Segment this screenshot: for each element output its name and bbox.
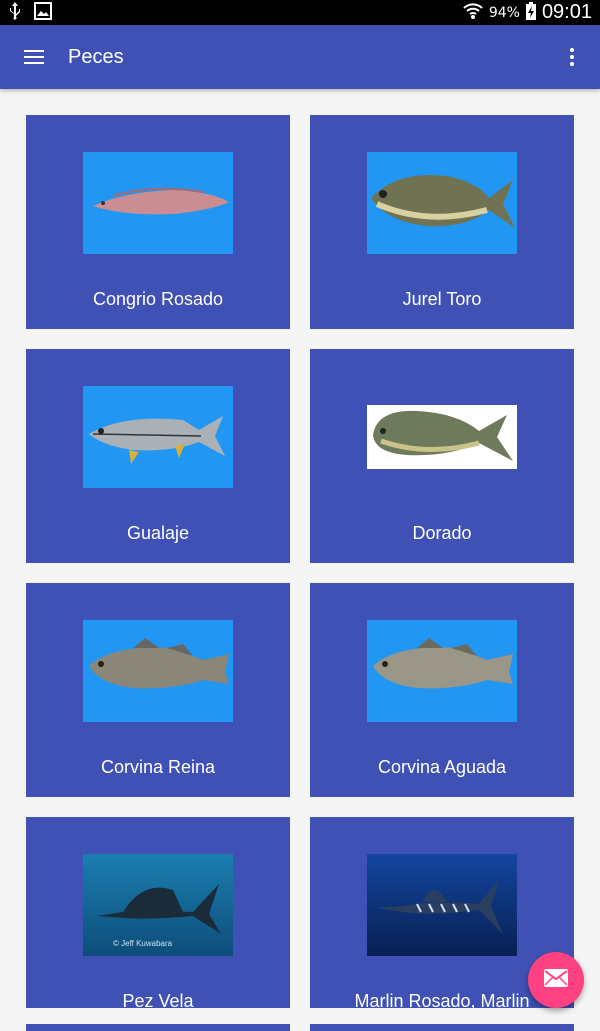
fish-card-corvina-reina[interactable]: Corvina Reina bbox=[26, 583, 290, 797]
fish-card-jurel-toro[interactable]: Jurel Toro bbox=[310, 115, 574, 329]
usb-icon bbox=[8, 1, 22, 24]
jurel-fish-icon bbox=[371, 174, 515, 228]
fish-name: Dorado bbox=[412, 523, 472, 543]
fish-name: Gualaje bbox=[126, 523, 190, 543]
hamburger-menu-icon[interactable] bbox=[24, 45, 48, 69]
fish-thumbnail bbox=[367, 152, 517, 254]
fish-thumbnail bbox=[367, 854, 517, 956]
dorado-fish-icon bbox=[373, 410, 513, 461]
fish-name: Jurel Toro bbox=[402, 289, 482, 309]
fish-thumbnail: © Jeff Kuwabara bbox=[83, 854, 233, 956]
mail-fab-button[interactable] bbox=[528, 952, 584, 1008]
pez-vela-fish-icon: © Jeff Kuwabara bbox=[97, 884, 221, 948]
status-bar: 94% 09:01 bbox=[0, 0, 600, 25]
fish-name: Corvina Reina bbox=[100, 757, 216, 777]
bottom-edge bbox=[0, 1008, 600, 1024]
mail-icon bbox=[543, 968, 569, 992]
fish-card-gualaje[interactable]: Gualaje bbox=[26, 349, 290, 563]
wifi-icon bbox=[463, 2, 483, 24]
corvina-reina-fish-icon bbox=[89, 638, 229, 689]
fish-name: Corvina Aguada bbox=[377, 757, 507, 777]
gualaje-fish-icon bbox=[89, 416, 225, 464]
app-bar: Peces bbox=[0, 25, 600, 89]
image-icon bbox=[34, 1, 52, 24]
fish-thumbnail bbox=[83, 620, 233, 722]
battery-charging-icon bbox=[525, 1, 536, 24]
fish-card-congrio-rosado[interactable]: Congrio Rosado bbox=[26, 115, 290, 329]
corvina-aguada-fish-icon bbox=[373, 638, 513, 689]
congrio-fish-icon bbox=[93, 187, 229, 215]
fish-grid: Congrio Rosado Jurel Toro Gualaje Dorado… bbox=[26, 115, 574, 1031]
fish-thumbnail bbox=[83, 152, 233, 254]
battery-percent: 94% bbox=[488, 4, 520, 21]
fish-card-pez-vela[interactable]: © Jeff Kuwabara Pez Vela bbox=[26, 817, 290, 1031]
fish-name: Congrio Rosado bbox=[92, 289, 224, 309]
fish-thumbnail bbox=[367, 620, 517, 722]
fish-thumbnail bbox=[367, 405, 517, 469]
photo-credit: © Jeff Kuwabara bbox=[113, 939, 173, 948]
page-title: Peces bbox=[68, 45, 124, 68]
fish-card-corvina-aguada[interactable]: Corvina Aguada bbox=[310, 583, 574, 797]
marlin-fish-icon bbox=[377, 880, 503, 934]
fish-thumbnail bbox=[83, 386, 233, 488]
more-vert-icon[interactable] bbox=[560, 45, 584, 69]
fish-card-dorado[interactable]: Dorado bbox=[310, 349, 574, 563]
clock: 09:01 bbox=[541, 1, 592, 23]
